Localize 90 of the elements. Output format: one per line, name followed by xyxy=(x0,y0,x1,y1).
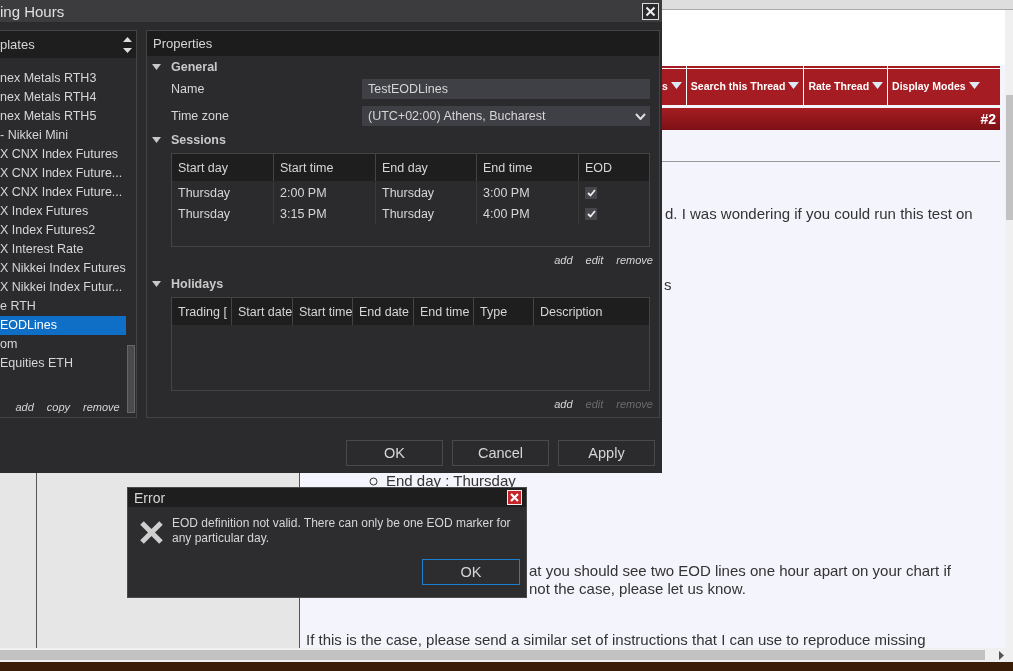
collapse-triangle-icon[interactable] xyxy=(152,64,161,70)
dialog-button[interactable]: Apply xyxy=(558,440,655,466)
column-header[interactable]: Trading [ xyxy=(172,298,232,325)
caret-icon xyxy=(872,81,884,90)
post-text: not the case, please let us know. xyxy=(529,580,746,597)
template-item[interactable]: X Nikkei Index Futur... xyxy=(0,278,126,297)
table-cell: Thursday xyxy=(376,203,477,224)
action-link[interactable]: add xyxy=(15,401,34,413)
dialog-button[interactable]: Cancel xyxy=(452,440,549,466)
template-item[interactable]: X CNX Index Future... xyxy=(0,164,126,183)
chevron-down-icon xyxy=(635,112,646,120)
column-header[interactable]: Start time xyxy=(293,298,353,325)
action-link[interactable]: copy xyxy=(46,401,71,413)
column-header[interactable]: End day xyxy=(376,154,477,181)
thread-menu-button[interactable]: Rate Thread xyxy=(803,66,888,105)
post-text: If this is the case, please send a similar set of instructions that I can use to reproduce missing xyxy=(306,631,926,648)
table-cell: 3:15 PM xyxy=(274,203,376,224)
column-header[interactable]: Start time xyxy=(274,154,376,181)
template-item[interactable]: X Index Futures2 xyxy=(0,221,126,240)
column-header[interactable]: Type xyxy=(474,298,534,325)
template-item[interactable]: om xyxy=(0,335,126,354)
table-cell: Thursday xyxy=(376,182,477,203)
template-item[interactable]: X Interest Rate xyxy=(0,240,126,259)
panel-title: Properties xyxy=(153,36,213,51)
template-item[interactable]: X CNX Index Future... xyxy=(0,183,126,202)
template-item[interactable]: nex Metals RTH4 xyxy=(0,88,126,107)
table-cell: Thursday xyxy=(172,182,274,203)
template-item[interactable]: X Nikkei Index Futures xyxy=(0,259,126,278)
template-item[interactable]: nex Metals RTH3 xyxy=(0,69,126,88)
column-header[interactable]: End time xyxy=(477,154,579,181)
column-header[interactable]: Start date xyxy=(232,298,293,325)
error-icon xyxy=(139,520,164,545)
template-item[interactable]: e RTH xyxy=(0,297,126,316)
post-text: End day : Thursday xyxy=(386,472,516,489)
column-header[interactable]: Start day xyxy=(172,154,274,181)
template-item[interactable]: Equities ETH xyxy=(0,354,126,373)
table-cell: 4:00 PM xyxy=(477,203,579,224)
error-message: EOD definition not valid. There can only be one EOD marker for any particular day. xyxy=(172,516,512,546)
horizontal-scrollbar[interactable] xyxy=(0,648,1013,662)
template-item[interactable]: X Index Futures xyxy=(0,202,126,221)
action-link[interactable]: edit xyxy=(585,254,604,266)
eod-checkbox[interactable] xyxy=(585,207,597,220)
collapse-triangle-icon[interactable] xyxy=(152,137,161,143)
dialog-title: Error xyxy=(134,489,166,506)
post-text: d. I was wondering if you could run this test on xyxy=(665,205,973,222)
window-title: ing Hours xyxy=(0,2,65,20)
thread-menu-button[interactable]: Search this Thread xyxy=(685,66,804,105)
column-header[interactable]: EOD xyxy=(579,154,649,181)
collapse-triangle-icon[interactable] xyxy=(152,281,161,287)
timezone-dropdown[interactable]: (UTC+02:00) Athens, Bucharest xyxy=(362,106,650,126)
column-header[interactable]: End date xyxy=(353,298,414,325)
close-icon[interactable] xyxy=(507,490,522,505)
eod-checkbox[interactable] xyxy=(585,186,597,199)
vertical-scrollbar[interactable] xyxy=(1005,10,1013,648)
action-link[interactable]: remove xyxy=(83,401,120,413)
table-cell: 3:00 PM xyxy=(477,182,579,203)
scroll-right-icon[interactable] xyxy=(998,650,1005,660)
scrollbar-thumb[interactable] xyxy=(0,650,985,660)
post-number[interactable]: #2 xyxy=(980,111,1000,127)
close-icon[interactable] xyxy=(642,2,659,20)
field-label: Time zone xyxy=(171,109,230,123)
name-field[interactable]: TestEODLines xyxy=(362,79,650,99)
template-item[interactable]: EODLines xyxy=(0,316,126,335)
template-item[interactable]: nex Metals RTH5 xyxy=(0,107,126,126)
panel-title: plates xyxy=(0,37,35,52)
action-link[interactable]: add xyxy=(554,398,573,410)
column-header[interactable]: End time xyxy=(414,298,474,325)
caret-icon xyxy=(788,81,800,90)
caret-icon xyxy=(968,81,980,90)
sort-arrows-icon[interactable] xyxy=(123,35,132,54)
field-label: Name xyxy=(171,82,206,96)
section-heading: Sessions xyxy=(171,133,226,147)
post-text: s xyxy=(664,276,672,293)
action-link[interactable]: remove xyxy=(616,254,653,266)
caret-icon xyxy=(670,81,682,90)
template-item[interactable]: - Nikkei Mini xyxy=(0,126,126,145)
post-text: at you should see two EOD lines one hour apart on your chart if xyxy=(529,562,951,579)
template-item[interactable]: X CNX Index Futures xyxy=(0,145,126,164)
section-heading: Holidays xyxy=(171,277,224,291)
column-header[interactable]: Description xyxy=(534,298,649,325)
scrollbar-thumb[interactable] xyxy=(1006,95,1013,220)
table-cell: Thursday xyxy=(172,203,274,224)
action-link[interactable]: add xyxy=(554,254,573,266)
thread-menu-button[interactable]: s xyxy=(662,66,686,105)
scrollbar-thumb[interactable] xyxy=(126,345,135,413)
table-cell: 2:00 PM xyxy=(274,182,376,203)
ok-button[interactable]: OK xyxy=(422,559,520,585)
section-heading: General xyxy=(171,60,218,74)
dialog-button[interactable]: OK xyxy=(346,440,443,466)
thread-menu-button[interactable]: Display Modes xyxy=(887,66,984,105)
